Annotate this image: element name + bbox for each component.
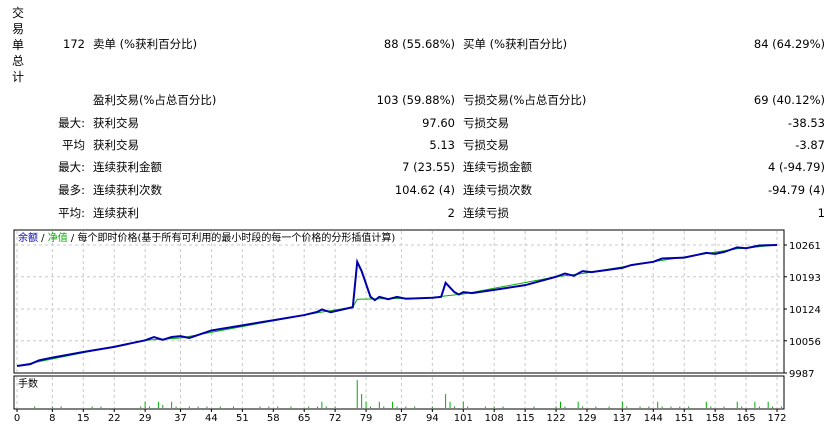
x-tick-label: 15 — [77, 413, 90, 424]
legend-equity: 净值 — [48, 231, 68, 244]
x-tick-label: 79 — [360, 413, 373, 424]
x-tick-label: 8 — [49, 413, 55, 424]
y-tick-label: 10124 — [789, 305, 821, 316]
x-tick-label: 65 — [298, 413, 311, 424]
x-tick-label: 144 — [644, 413, 663, 424]
x-tick-label: 87 — [395, 413, 408, 424]
x-tick-label: 22 — [108, 413, 121, 424]
balance-chart: 0 8 15 22 29 37 44 51 58 65 72 79 87 94 101 108 115 122 12… — [13, 229, 821, 424]
x-tick-label: 151 — [675, 413, 694, 424]
x-tick-label: 94 — [426, 413, 439, 424]
legend-description: 每个即时价格(基于所有可利用的最小时段的每一个价格的分形插值计算) — [77, 231, 395, 244]
x-tick-label: 101 — [454, 413, 473, 424]
y-tick-label: 10056 — [789, 337, 821, 348]
y-tick-label: 9987 — [789, 369, 814, 380]
chart-legend: 余额 / 净值 / 每个即时价格(基于所有可利用的最小时段的每一个价格的分形插值… — [18, 231, 395, 244]
y-tick-label: 10193 — [789, 273, 821, 284]
x-tick-label: 72 — [329, 413, 342, 424]
x-tick-label: 44 — [205, 413, 218, 424]
x-tick-label: 129 — [577, 413, 596, 424]
x-tick-label: 165 — [737, 413, 756, 424]
x-tick-label: 51 — [236, 413, 249, 424]
x-tick-label: 115 — [516, 413, 535, 424]
x-tick-label: 158 — [706, 413, 725, 424]
legend-separator: / — [38, 233, 48, 244]
x-tick-label: 137 — [613, 413, 632, 424]
x-tick-label: 58 — [267, 413, 280, 424]
y-tick-label: 10261 — [789, 241, 821, 252]
x-tick-label: 122 — [547, 413, 566, 424]
x-tick-label: 108 — [485, 413, 504, 424]
price-panel — [13, 229, 785, 374]
legend-separator: / — [68, 233, 78, 244]
x-tick-label: 172 — [767, 413, 786, 424]
volume-panel — [13, 375, 785, 410]
x-tick-label: 37 — [174, 413, 187, 424]
x-tick-label: 0 — [14, 413, 20, 424]
volume-label: 手数 — [18, 377, 38, 390]
legend-balance: 余额 — [18, 231, 38, 244]
x-tick-label: 29 — [139, 413, 152, 424]
